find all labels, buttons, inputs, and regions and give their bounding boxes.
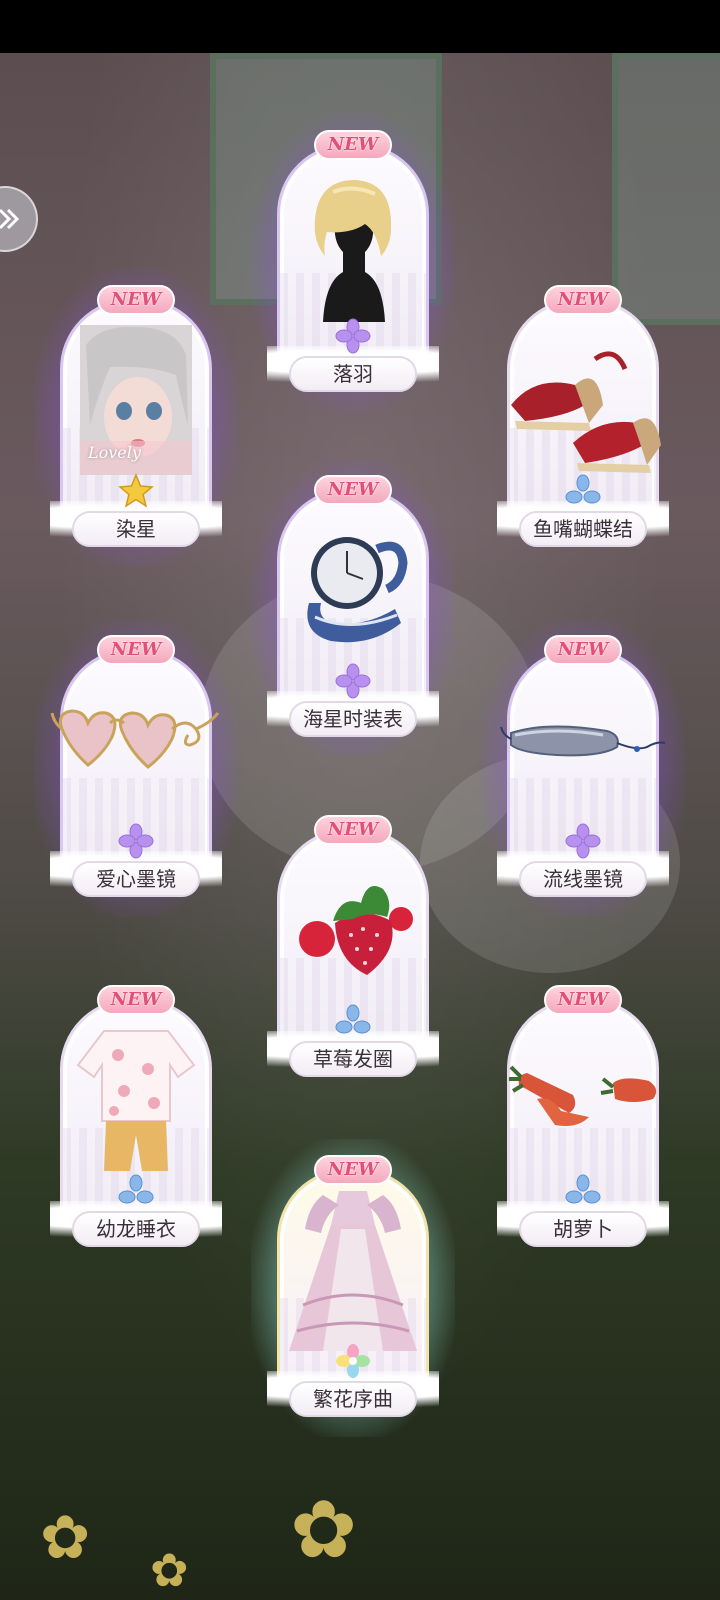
item-card[interactable]: NEW 幼龙睡衣: [50, 985, 222, 1255]
purple-clover-icon: [565, 823, 601, 859]
purple-clover-icon: [335, 663, 371, 699]
new-badge: NEW: [97, 285, 175, 315]
new-badge: NEW: [314, 1155, 392, 1185]
new-badge: NEW: [314, 475, 392, 505]
item-name: 流线墨镜: [519, 861, 647, 897]
portrait-caption: Lovely: [88, 443, 141, 462]
gown-icon: [283, 1185, 423, 1355]
new-badge: NEW: [544, 285, 622, 315]
new-badge: NEW: [544, 985, 622, 1015]
blue-clover-icon: [118, 1173, 154, 1209]
flower-decoration: ✿: [290, 1483, 358, 1576]
blue-clover-icon: [565, 473, 601, 509]
double-chevron-icon: [0, 208, 20, 230]
purple-clover-icon: [118, 823, 154, 859]
item-card[interactable]: NEW 繁花序曲: [251, 1139, 455, 1437]
item-card[interactable]: NEW 落羽: [251, 114, 455, 412]
wig-icon: [293, 172, 413, 322]
item-name: 繁花序曲: [289, 1381, 417, 1417]
flower-decoration: ✿: [40, 1503, 91, 1573]
new-badge: NEW: [544, 635, 622, 665]
item-name: 染星: [72, 511, 200, 547]
rainbow-clover-icon: [335, 1343, 371, 1379]
item-card[interactable]: NEW 海星时装表: [251, 459, 455, 757]
blue-clover-icon: [565, 1173, 601, 1209]
item-name: 爱心墨镜: [72, 861, 200, 897]
purple-clover-icon: [335, 318, 371, 354]
status-bar: [0, 0, 720, 53]
item-card[interactable]: NEW Lovely 染星: [34, 269, 238, 567]
strawberry-hair-tie-icon: [283, 865, 423, 985]
item-name: 落羽: [289, 356, 417, 392]
item-card[interactable]: NEW 胡萝卜: [497, 985, 669, 1255]
gold-star-icon: [118, 473, 154, 509]
sandals-icon: [505, 325, 665, 475]
item-name: 幼龙睡衣: [72, 1211, 200, 1247]
flower-decoration: ✿: [150, 1543, 189, 1597]
new-badge: NEW: [97, 635, 175, 665]
item-name: 海星时装表: [289, 701, 417, 737]
new-badge: NEW: [97, 985, 175, 1015]
new-badge: NEW: [314, 815, 392, 845]
item-name: 胡萝卜: [519, 1211, 647, 1247]
item-card[interactable]: NEW 草莓发圈: [267, 815, 439, 1085]
item-name: 草莓发圈: [289, 1041, 417, 1077]
new-badge: NEW: [314, 130, 392, 160]
item-card[interactable]: NEW 鱼嘴蝴蝶结: [497, 285, 669, 555]
item-card[interactable]: NEW 流线墨镜: [481, 619, 685, 917]
watch-icon: [291, 523, 415, 653]
item-card[interactable]: NEW 爱心墨镜: [34, 619, 238, 917]
visor-sunglasses-icon: [497, 705, 669, 795]
item-name: 鱼嘴蝴蝶结: [519, 511, 647, 547]
heart-sunglasses-icon: [50, 695, 222, 805]
carrot-hairpins-icon: [503, 1055, 663, 1145]
blue-clover-icon: [335, 1003, 371, 1039]
pajamas-icon: [74, 1025, 198, 1175]
